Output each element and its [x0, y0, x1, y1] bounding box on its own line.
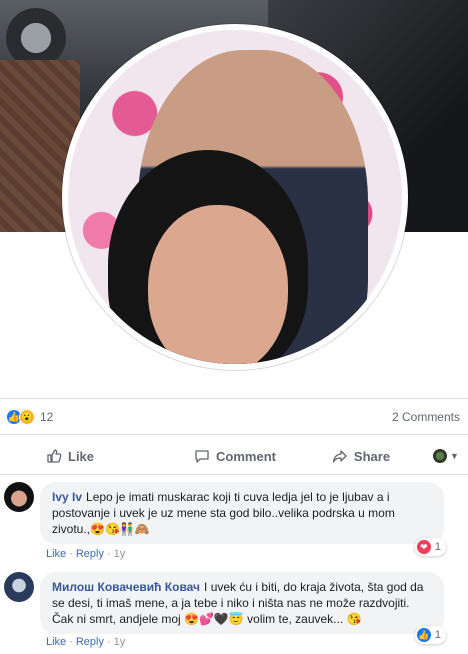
comment-label: Comment [216, 448, 276, 464]
comment-reply-link[interactable]: Reply [76, 548, 104, 560]
comments-count-link[interactable]: 2 Comments [392, 410, 460, 424]
comment-text: Lepo je imati muskarac koji ti cuva ledj… [52, 490, 395, 536]
comment-time[interactable]: 1y [114, 548, 126, 560]
comment-bubble: Милош Ковачевић Ковач I uvek ću i biti, d… [40, 572, 444, 634]
facebook-post: 👍 😮 12 2 Comments Like Comment Share ▼ I… [0, 0, 468, 654]
share-button[interactable]: Share [298, 448, 424, 464]
comment-meta: Like · Reply · 1y [46, 636, 126, 648]
like-button[interactable]: Like [0, 448, 172, 464]
speech-bubble-icon [195, 450, 209, 463]
commenter-avatar[interactable] [4, 482, 34, 512]
divider [0, 474, 468, 475]
comment-reply-link[interactable]: Reply [76, 636, 104, 648]
profile-picture[interactable] [68, 30, 402, 364]
divider [0, 434, 468, 435]
comment-button[interactable]: Comment [172, 448, 298, 464]
heart-icon: ❤ [416, 540, 431, 554]
comment-meta: Like · Reply · 1y [46, 548, 126, 560]
viewer-avatar [433, 449, 448, 463]
wow-reaction-icon[interactable]: 😮 [19, 409, 35, 425]
viewer-selector[interactable]: ▼ [424, 449, 468, 463]
thumbs-up-icon [47, 449, 62, 463]
caret-down-icon: ▼ [450, 451, 459, 461]
comment-author[interactable]: Милош Ковачевић Ковач [52, 580, 200, 594]
reaction-count[interactable]: 12 [40, 410, 53, 424]
comment-time[interactable]: 1y [114, 636, 126, 648]
share-label: Share [353, 448, 391, 464]
like-label: Like [68, 448, 95, 464]
comment-author[interactable]: Ivy Iv [52, 490, 82, 504]
car-tire-image [6, 8, 66, 68]
comment-reaction-badge[interactable]: ❤ 1 [414, 538, 446, 556]
divider [0, 398, 468, 399]
comment-reaction-count: 1 [434, 541, 441, 553]
comment-reaction-count: 1 [434, 629, 441, 641]
comment-like-link[interactable]: Like [46, 548, 66, 560]
comment-like-link[interactable]: Like [46, 636, 66, 648]
thumbs-up-icon: 👍 [416, 628, 431, 642]
commenter-avatar[interactable] [4, 572, 34, 602]
comment-reaction-badge[interactable]: 👍 1 [414, 626, 446, 644]
reactions-bar: 👍 😮 12 2 Comments [0, 404, 468, 430]
action-bar: Like Comment Share ▼ [0, 438, 468, 474]
woman-face [148, 205, 288, 364]
comment-bubble: Ivy Iv Lepo je imati muskarac koji ti cuv… [40, 482, 444, 544]
share-arrow-icon [332, 450, 347, 463]
